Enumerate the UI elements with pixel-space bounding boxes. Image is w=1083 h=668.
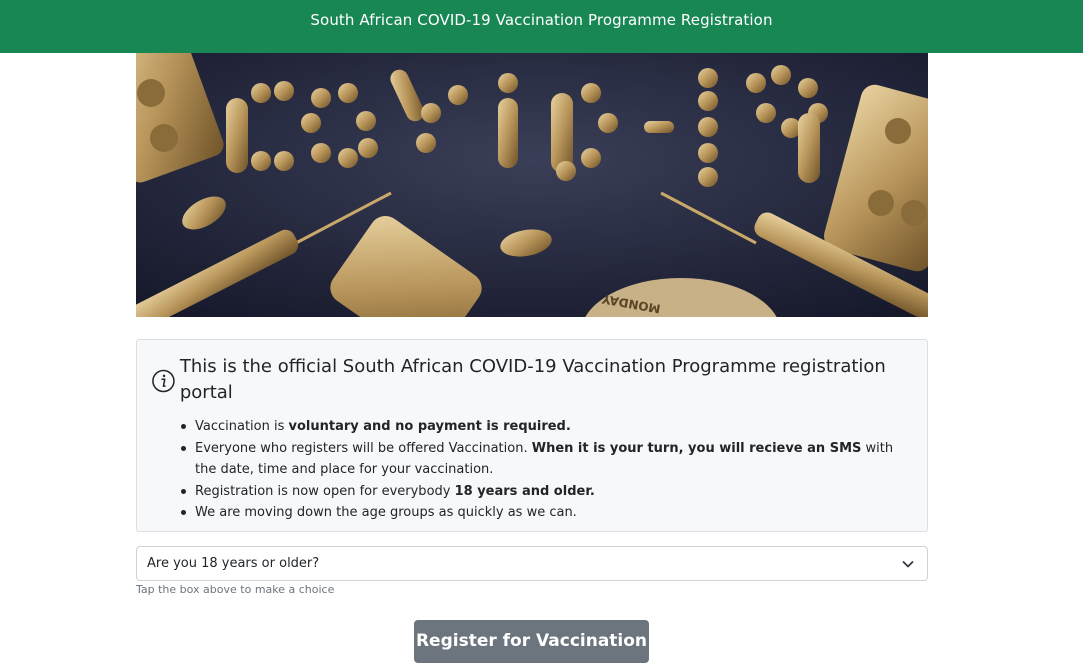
age-select[interactable]: Are you 18 years or older? bbox=[136, 546, 928, 581]
chevron-down-icon bbox=[902, 560, 914, 567]
register-button[interactable]: Register for Vaccination bbox=[414, 620, 649, 663]
info-bullet: Everyone who registers will be offered V… bbox=[181, 438, 911, 481]
info-card: This is the official South African COVID… bbox=[136, 339, 928, 532]
hero-image: MONDAY bbox=[136, 53, 928, 317]
info-list: Vaccination is voluntary and no payment … bbox=[151, 416, 911, 524]
info-heading: This is the official South African COVID… bbox=[151, 354, 911, 406]
info-icon bbox=[152, 369, 175, 393]
info-title: This is the official South African COVID… bbox=[179, 356, 886, 403]
header-bar: South African COVID-19 Vaccination Progr… bbox=[0, 0, 1083, 53]
page-title: South African COVID-19 Vaccination Progr… bbox=[310, 11, 773, 29]
info-bullet: Registration is now open for everybody 1… bbox=[181, 481, 911, 503]
info-bullet: We are moving down the age groups as qui… bbox=[181, 502, 911, 524]
info-bullet: Vaccination is voluntary and no payment … bbox=[181, 416, 911, 438]
age-help-text: Tap the box above to make a choice bbox=[136, 583, 335, 596]
age-select-value: Are you 18 years or older? bbox=[147, 556, 320, 571]
